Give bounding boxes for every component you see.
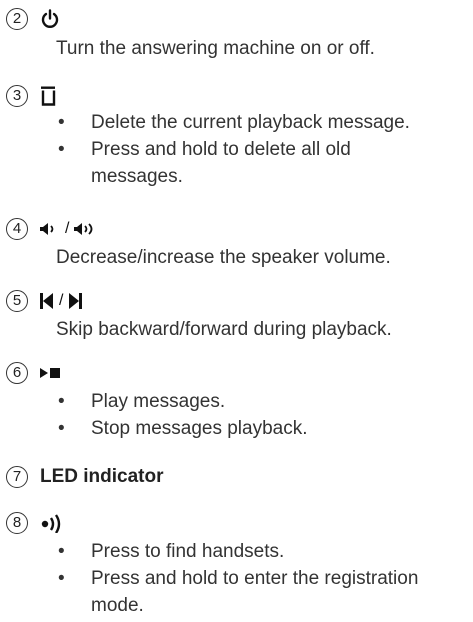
list-item: • Delete the current playback message. — [56, 109, 410, 136]
bullet-text: Press and hold to delete all old — [91, 139, 351, 160]
skip-forward-icon — [69, 293, 83, 309]
item-number: 5 — [6, 290, 28, 312]
play-stop-icon — [40, 362, 62, 384]
item-number: 2 — [6, 8, 28, 30]
list-item: messages. — [56, 163, 410, 190]
bullet-list: • Play messages. • Stop messages playback. — [56, 388, 308, 442]
bullet: • — [58, 112, 65, 133]
bullet: • — [58, 139, 65, 160]
bullet-list: • Press to find handsets. • Press and hold… — [56, 538, 418, 619]
list-item: • Press and hold to delete all old — [56, 136, 410, 163]
find-handset-icon — [40, 512, 66, 534]
bullet-text: Play messages. — [91, 391, 226, 412]
bullet: • — [58, 541, 65, 562]
bullet-text: Press and hold to enter the registration — [91, 568, 419, 589]
bullet-text: Delete the current playback message. — [91, 112, 410, 133]
icon-separator: / — [59, 292, 64, 309]
item-3: 3 • Delete the current playback message. … — [0, 85, 473, 205]
item-2: 2 Turn the answering machine on or off. — [0, 8, 473, 88]
volume-down-up-icon: / — [40, 218, 100, 240]
list-item: • Play messages. — [56, 388, 308, 415]
bullet-text: Stop messages playback. — [91, 418, 308, 439]
item-number: 3 — [6, 85, 28, 107]
item-description: Skip backward/forward during playback. — [56, 319, 392, 340]
skip-backward-forward-icon: / — [40, 290, 83, 312]
item-7: 7 LED indicator — [0, 466, 473, 496]
item-8: 8 • Press to find handsets. • Press and ho… — [0, 512, 473, 622]
led-indicator-label: LED indicator — [40, 466, 164, 487]
item-number: 7 — [6, 466, 28, 488]
icon-separator: / — [65, 220, 70, 237]
bullet: • — [58, 391, 65, 412]
bullet: • — [58, 568, 65, 589]
item-description: Turn the answering machine on or off. — [56, 38, 375, 59]
item-number: 8 — [6, 512, 28, 534]
bullet-text: Press to find handsets. — [91, 541, 285, 562]
bullet-text: messages. — [91, 166, 183, 187]
volume-down-icon — [40, 223, 54, 235]
list-item: mode. — [56, 592, 418, 619]
item-description: Decrease/increase the speaker volume. — [56, 247, 391, 268]
power-icon — [40, 8, 60, 30]
volume-up-icon — [74, 223, 93, 235]
bullet-text: mode. — [91, 595, 144, 616]
list-item: • Stop messages playback. — [56, 415, 308, 442]
item-5: 5 / Skip backward/forward during playbac… — [0, 290, 473, 370]
delete-icon — [40, 85, 58, 107]
bullet-list: • Delete the current playback message. • P… — [56, 109, 410, 190]
list-item: • Press and hold to enter the registratio… — [56, 565, 418, 592]
item-6: 6 • Play messages. • Stop messages playbac… — [0, 362, 473, 452]
bullet: • — [58, 418, 65, 439]
item-number: 6 — [6, 362, 28, 384]
led-indicator-heading: LED indicator — [40, 466, 164, 488]
list-item: • Press to find handsets. — [56, 538, 418, 565]
item-4: 4 / Decrease/increase the speaker volume… — [0, 218, 473, 298]
item-number: 4 — [6, 218, 28, 240]
skip-backward-icon — [40, 293, 53, 309]
